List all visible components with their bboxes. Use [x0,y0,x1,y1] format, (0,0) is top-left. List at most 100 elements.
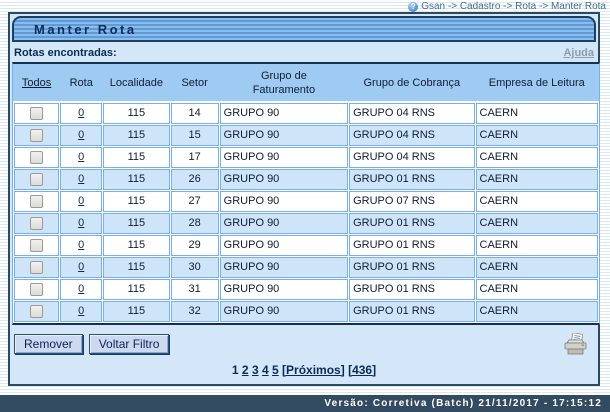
remover-button[interactable]: Remover [14,334,83,354]
row-checkbox-cell [14,213,59,234]
rota-cell: 0 [60,213,102,234]
table-row: 011530GRUPO 90GRUPO 01 RNSCAERN [14,257,598,278]
row-checkbox-cell [14,279,59,300]
pagination-page-links: 2 3 4 5 [242,363,282,377]
rota-cell: 0 [60,235,102,256]
row-checkbox-cell [14,147,59,168]
empresa-leitura-cell: CAERN [476,235,598,256]
pagination-page-link[interactable]: 4 [262,363,269,377]
setor-cell: 15 [171,125,219,146]
rota-link[interactable]: 0 [78,261,84,273]
table-row: 011514GRUPO 90GRUPO 04 RNSCAERN [14,103,598,124]
routes-table: Todos Rota Localidade Setor Grupo de Fat… [12,62,600,325]
rota-link[interactable]: 0 [78,305,84,317]
setor-cell: 14 [171,103,219,124]
pagination-page-link[interactable]: 2 [242,363,249,377]
grupo-faturamento-cell: GRUPO 90 [220,169,348,190]
voltar-filtro-button[interactable]: Voltar Filtro [89,334,170,354]
help-link[interactable]: Ajuda [563,47,594,59]
rota-link[interactable]: 0 [78,195,84,207]
rota-cell: 0 [60,257,102,278]
table-row: 011515GRUPO 90GRUPO 04 RNSCAERN [14,125,598,146]
row-checkbox[interactable] [30,239,43,252]
grupo-faturamento-cell: GRUPO 90 [220,235,348,256]
grupo-faturamento-cell: GRUPO 90 [220,191,348,212]
row-checkbox[interactable] [30,217,43,230]
rota-link[interactable]: 0 [78,107,84,119]
main-panel: Manter Rota Rotas encontradas: Ajuda Tod… [8,12,600,386]
setor-cell: 29 [171,235,219,256]
grupo-cobranca-cell: GRUPO 01 RNS [349,279,474,300]
pagination-page-link[interactable]: 5 [272,363,279,377]
table-row: 0 11531GRUPO 90GRUPO 01 RNSCAERN [14,279,598,300]
table-row: 011517GRUPO 90GRUPO 04 RNSCAERN [14,147,598,168]
grupo-cobranca-cell: GRUPO 01 RNS [349,213,474,234]
pagination-last-link[interactable]: [436] [348,363,376,377]
help-icon[interactable]: ? [408,2,418,12]
row-checkbox-cell [14,191,59,212]
row-checkbox[interactable] [30,283,43,296]
row-checkbox[interactable] [30,151,43,164]
localidade-cell: 115 [103,279,169,300]
row-checkbox[interactable] [30,195,43,208]
row-checkbox[interactable] [30,305,43,318]
rota-cell: 0 [60,191,102,212]
grupo-faturamento-cell: GRUPO 90 [220,103,348,124]
grupo-cobranca-cell: GRUPO 01 RNS [349,169,474,190]
grupo-cobranca-cell: GRUPO 07 RNS [349,191,474,212]
rota-link[interactable]: 0 [78,217,84,229]
row-checkbox-cell [14,103,59,124]
empresa-leitura-cell: CAERN [476,257,598,278]
table-row: 011528GRUPO 90GRUPO 01 RNSCAERN [14,213,598,234]
empresa-leitura-cell: CAERN [476,125,598,146]
table-row: 011527GRUPO 90GRUPO 07 RNSCAERN [14,191,598,212]
row-checkbox-cell [14,169,59,190]
grupo-faturamento-cell: GRUPO 90 [220,125,348,146]
rota-cell: 0 [60,103,102,124]
row-checkbox[interactable] [30,107,43,120]
pagination-next-link[interactable]: [Próximos] [282,363,345,377]
version-text: Versão: Corretiva (Batch) 21/11/2017 - 1… [324,398,602,409]
pagination: 1 2 3 4 5 [Próximos] [436] [10,363,598,377]
select-all-link[interactable]: Todos [22,77,51,89]
localidade-cell: 115 [103,213,169,234]
rota-link[interactable]: 0 [78,239,84,251]
setor-cell: 27 [171,191,219,212]
localidade-cell: 115 [103,235,169,256]
empresa-leitura-cell: CAERN [476,301,598,322]
localidade-cell: 115 [103,301,169,322]
printer-icon[interactable] [563,333,588,356]
empresa-leitura-cell: CAERN [476,279,598,300]
title-bar: Manter Rota [12,16,596,42]
localidade-cell: 115 [103,191,169,212]
rota-link[interactable]: 0 [78,129,84,141]
row-checkbox[interactable] [30,173,43,186]
rota-link[interactable]: 0 [78,173,84,185]
row-checkbox-cell [14,257,59,278]
empresa-leitura-cell: CAERN [476,169,598,190]
rota-link[interactable]: 0 [78,151,84,163]
empresa-leitura-cell: CAERN [476,213,598,234]
pagination-current-page: 1 [232,363,239,377]
row-checkbox[interactable] [30,129,43,142]
localidade-cell: 115 [103,169,169,190]
rota-link[interactable]: 0 [78,283,84,295]
rota-cell: 0 [60,301,102,322]
setor-cell: 30 [171,257,219,278]
setor-cell: 32 [171,301,219,322]
breadcrumb-path: Gsan -> Cadastro -> Rota -> Manter Rota [421,1,606,12]
row-checkbox[interactable] [30,261,43,274]
column-header-setor: Setor [181,77,207,89]
rota-cell: 0 [60,169,102,190]
results-row: Rotas encontradas: Ajuda [10,42,598,62]
table-row: 011526GRUPO 90GRUPO 01 RNSCAERN [14,169,598,190]
localidade-cell: 115 [103,103,169,124]
rota-cell: 0 [60,279,102,300]
grupo-faturamento-cell: GRUPO 90 [220,301,348,322]
grupo-faturamento-cell: GRUPO 90 [220,147,348,168]
table-row: 011529GRUPO 90GRUPO 01 RNSCAERN [14,235,598,256]
pagination-page-link[interactable]: 3 [252,363,259,377]
grupo-faturamento-cell: GRUPO 90 [220,279,348,300]
setor-cell: 31 [171,279,219,300]
empresa-leitura-cell: CAERN [476,103,598,124]
